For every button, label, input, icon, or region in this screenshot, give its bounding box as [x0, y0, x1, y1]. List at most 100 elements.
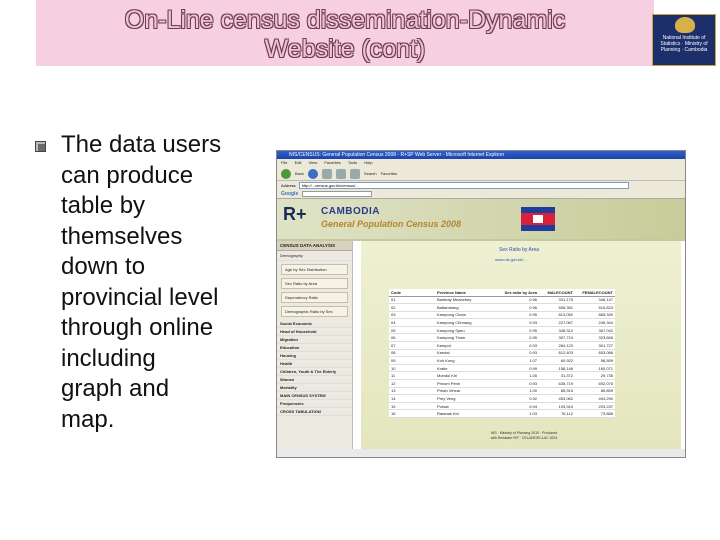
- redatam-logo: R+: [283, 204, 307, 224]
- table-cell: 0.95: [491, 326, 539, 335]
- table-cell: 03: [389, 311, 435, 320]
- table-cell: 12: [389, 379, 435, 388]
- sidebar-item[interactable]: Social Economic: [277, 320, 352, 328]
- sidebar-item[interactable]: Housing: [277, 352, 352, 360]
- sidebar-item[interactable]: CROSS TABULATION: [277, 408, 352, 416]
- table-cell: 85,859: [575, 387, 615, 396]
- table-cell: Battambang: [435, 303, 491, 312]
- table-cell: 0.93: [491, 379, 539, 388]
- table-cell: 0.95: [491, 333, 539, 343]
- table-row: 16 Ratanak Kiri 1.03 76,112 73,885: [389, 409, 615, 418]
- favorites-button[interactable]: Favorites: [381, 171, 397, 176]
- table-cell: 31,372: [539, 371, 575, 381]
- table-header-row: Code Province Name Sex ratio by Area MAL…: [389, 289, 615, 297]
- home-icon[interactable]: [349, 168, 360, 179]
- menu-file[interactable]: File: [281, 160, 287, 165]
- sidebar-item[interactable]: Frequencies: [277, 400, 352, 408]
- table-cell: 367,042: [575, 326, 615, 335]
- col-code: Code: [389, 289, 435, 297]
- col-male: MALECOUNT: [539, 289, 575, 297]
- table-row: 08 Kandal 0.93 612,403 653,086: [389, 349, 615, 358]
- table-cell: 346,147: [575, 296, 615, 305]
- address-bar: Address http://...census.gov.kh/census/.…: [277, 181, 685, 190]
- search-button[interactable]: Search: [364, 171, 377, 176]
- table-cell: 612,403: [539, 349, 575, 358]
- slide-title-line1: On-Line census dissemination-Dynamic: [124, 6, 566, 34]
- menu-edit[interactable]: Edit: [295, 160, 302, 165]
- table-cell: 04: [389, 318, 435, 327]
- menu-help[interactable]: Help: [364, 160, 372, 165]
- address-input[interactable]: http://...census.gov.kh/census/...: [298, 182, 629, 189]
- sidebar-item[interactable]: Education: [277, 344, 352, 352]
- sidebar-button-demographic[interactable]: Demographic Ratio by Sex: [281, 306, 348, 317]
- menu-view[interactable]: View: [309, 160, 318, 165]
- results-link[interactable]: www.nis.gov.kh/...: [495, 257, 527, 262]
- table-cell: 813,052: [539, 311, 575, 320]
- slide-title: On-Line census dissemination-Dynamic Web…: [36, 6, 654, 64]
- table-cell: 193,924: [539, 402, 575, 411]
- slide: On-Line census dissemination-Dynamic Web…: [0, 0, 720, 540]
- sidebar-item[interactable]: Health: [277, 360, 352, 368]
- google-logo: Google: [281, 191, 299, 197]
- refresh-icon[interactable]: [335, 168, 346, 179]
- table-row: 05 Kampong Speu 0.95 348,312 367,042: [389, 326, 615, 335]
- sidebar-item[interactable]: Children, Youth & The Elderly: [277, 368, 352, 376]
- table-cell: 06: [389, 333, 435, 343]
- table-cell: 09: [389, 356, 435, 365]
- sidebar-sub: Demography: [277, 251, 352, 261]
- table-cell: 07: [389, 341, 435, 350]
- banner-census: General Population Census 2008: [321, 219, 462, 229]
- table-cell: 635,719: [539, 379, 575, 388]
- sidebar-button-age-sex[interactable]: Age by Sex Distribution: [281, 264, 348, 275]
- google-search-input[interactable]: [302, 191, 373, 197]
- bullet-line: provincial level: [61, 283, 219, 311]
- table-cell: 865,330: [575, 311, 615, 320]
- table-cell: 60,922: [539, 356, 575, 365]
- slide-title-line2: Website (cont): [264, 35, 426, 63]
- table-cell: 56,559: [575, 356, 615, 365]
- table-cell: 227,067: [539, 318, 575, 327]
- table-cell: 0.95: [491, 311, 539, 320]
- table-cell: 10: [389, 364, 435, 373]
- table-cell: 1.05: [491, 371, 539, 381]
- menu-favorites[interactable]: Favorites: [324, 160, 340, 165]
- table-row: 04 Kampong Chhnang 0.93 227,067 245,344: [389, 318, 615, 327]
- table-cell: 160,071: [575, 364, 615, 373]
- bullet-line: can produce: [61, 161, 194, 189]
- table-cell: 0.93: [491, 318, 539, 327]
- results-footer: NIS · Ministry of Planning 2010 · Produc…: [490, 431, 558, 440]
- table-cell: Ratanak Kiri: [435, 409, 491, 418]
- table-row: 01 Banteay Meanchey 0.96 331,175 346,147: [389, 296, 615, 305]
- table-row: 13 Preah Vihear 1.00 85,910 85,859: [389, 387, 615, 396]
- table-cell: 11: [389, 371, 435, 381]
- analysis-sidebar: CENSUS DATA ANALYSIS Demography Age by S…: [277, 241, 353, 449]
- table-cell: 323,665: [575, 333, 615, 343]
- table-cell: Prey Veng: [435, 394, 491, 403]
- sidebar-item[interactable]: Mortality: [277, 384, 352, 392]
- address-label: Address: [281, 183, 296, 188]
- back-icon[interactable]: [281, 168, 291, 179]
- sidebar-item[interactable]: MAIN CENSUS SYSTEM: [277, 392, 352, 400]
- table-cell: Kandal: [435, 349, 491, 358]
- forward-icon[interactable]: [307, 168, 318, 179]
- sidebar-button-sex-ratio[interactable]: Sex Ratio by Area: [281, 278, 348, 289]
- table-cell: 506,351: [539, 303, 575, 312]
- table-row: 09 Koh Kong 1.07 60,922 56,559: [389, 356, 615, 365]
- table-cell: 284,123: [539, 341, 575, 350]
- sidebar-item[interactable]: Migration: [277, 336, 352, 344]
- bullet-line: down to: [61, 253, 146, 280]
- col-sex-ratio: Sex ratio by Area: [491, 289, 539, 297]
- menu-tools[interactable]: Tools: [348, 160, 357, 165]
- nis-logo: National Institute of Statistics · Minis…: [652, 14, 716, 66]
- back-label[interactable]: Back: [295, 171, 304, 176]
- sidebar-button-dependency[interactable]: Dependency Ratio: [281, 292, 348, 303]
- table-cell: 516,823: [575, 303, 615, 312]
- table-cell: 158,146: [539, 364, 575, 373]
- table-cell: 307,724: [539, 333, 575, 343]
- sidebar-item[interactable]: Head of Household: [277, 328, 352, 336]
- stop-icon[interactable]: [321, 168, 332, 179]
- bullet-line: table by: [61, 192, 146, 219]
- table-cell: 0.93: [491, 341, 539, 350]
- sidebar-item[interactable]: Women: [277, 376, 352, 384]
- table-row: 14 Prey Veng 0.92 453,062 494,290: [389, 394, 615, 403]
